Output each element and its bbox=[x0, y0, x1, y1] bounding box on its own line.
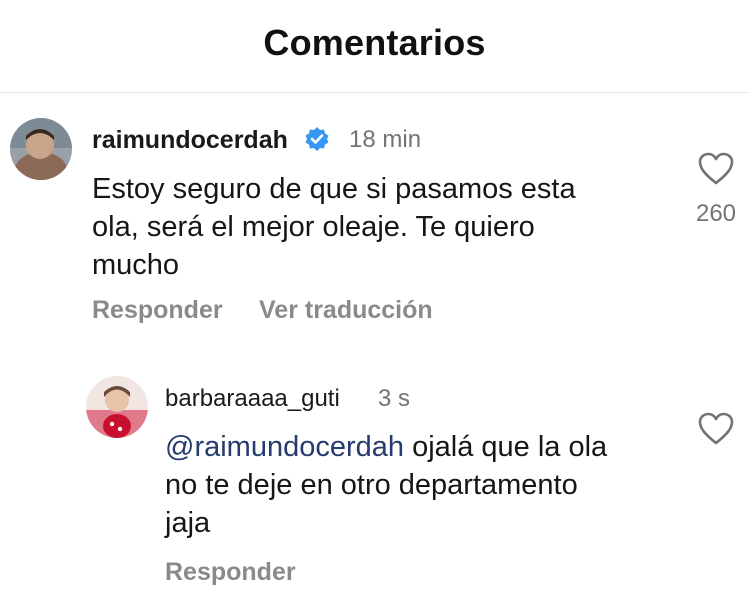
comment-text-fragment: ojalá que la ola bbox=[404, 431, 608, 463]
comment-text-line: @raimundocerdah ojalá que la ola bbox=[165, 428, 607, 466]
like-count: 260 bbox=[695, 200, 737, 227]
comment-text: Estoy seguro de que si pasamos esta ola,… bbox=[92, 170, 576, 284]
avatar[interactable] bbox=[10, 118, 72, 180]
see-translation-button[interactable]: Ver traducción bbox=[259, 296, 433, 325]
comment-text: @raimundocerdah ojalá que la ola no te d… bbox=[165, 428, 607, 542]
comment-text-line: jaja bbox=[165, 507, 211, 539]
comment-text-line: ola, será el mejor oleaje. Te quiero bbox=[92, 211, 535, 243]
heart-outline-icon[interactable] bbox=[698, 152, 734, 186]
user-mention-link[interactable]: @raimundocerdah bbox=[165, 431, 404, 463]
comment-text-line: mucho bbox=[92, 249, 180, 281]
comment-text-line: no te deje en otro departamento bbox=[165, 469, 578, 501]
page-title: Comentarios bbox=[263, 22, 486, 63]
avatar-image bbox=[86, 376, 148, 438]
comment-timestamp: 3 s bbox=[378, 385, 411, 412]
reply-button[interactable]: Responder bbox=[92, 296, 223, 325]
comment-username[interactable]: raimundocerdah bbox=[92, 126, 288, 155]
comments-header: Comentarios bbox=[0, 0, 749, 93]
avatar[interactable] bbox=[86, 376, 148, 438]
heart-outline-icon[interactable] bbox=[698, 412, 734, 446]
verified-badge-icon bbox=[305, 127, 329, 151]
comment-username[interactable]: barbaraaaa_guti bbox=[165, 385, 340, 413]
reply-button[interactable]: Responder bbox=[165, 558, 296, 587]
comment-text-line: Estoy seguro de que si pasamos esta bbox=[92, 173, 576, 205]
avatar-image bbox=[10, 118, 72, 180]
comment-timestamp: 18 min bbox=[349, 126, 422, 153]
